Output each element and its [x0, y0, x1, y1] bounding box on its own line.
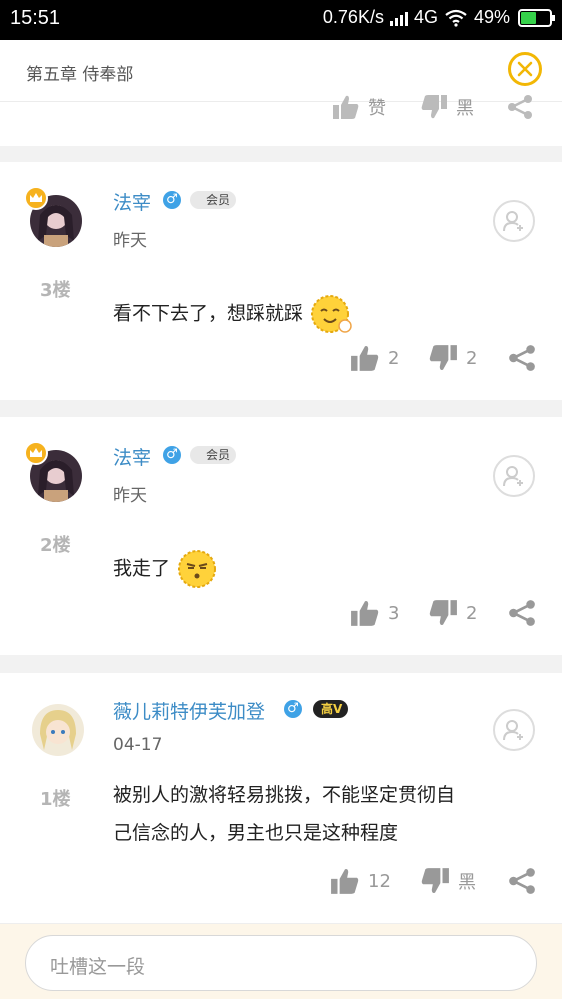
add-user-icon — [503, 720, 523, 741]
comment-card: 2楼 法宰 ♂ 会员 昨天 我走了 3 2 — [0, 417, 562, 655]
like-label: 赞 — [368, 98, 386, 119]
comment-date: 04-17 — [113, 735, 163, 755]
comment-input[interactable]: 吐槽这一段 — [25, 935, 537, 991]
signal-icon — [389, 10, 408, 26]
comment-date: 昨天 — [113, 231, 147, 251]
comment-input-bar: 吐槽这一段 — [0, 923, 562, 999]
thumbs-up-icon — [331, 869, 359, 894]
add-user-icon — [503, 211, 523, 232]
comment-text: 看不下去了，想踩就踩 — [113, 292, 353, 336]
dislike-button[interactable]: 黑 — [420, 94, 474, 120]
vip-badge: 高V — [313, 700, 349, 718]
share-button[interactable] — [507, 867, 537, 895]
dislike-label: 黑 — [458, 872, 476, 893]
share-icon — [509, 345, 535, 371]
thumbs-down-icon — [429, 345, 457, 370]
status-time: 15:51 — [10, 7, 61, 29]
comment-text: 被别人的激将轻易挑拨，不能坚定贯彻自 己信念的人，男主也只是这种程度 — [113, 776, 455, 852]
crown-icon — [24, 441, 48, 465]
status-bar: 15:51 0.76K/s 4G 49% — [0, 0, 562, 40]
like-button[interactable]: 2 — [350, 344, 399, 372]
share-icon — [509, 600, 535, 626]
like-button[interactable]: 3 — [350, 599, 399, 627]
share-button[interactable] — [507, 599, 537, 627]
floor-label: 3楼 — [40, 280, 71, 301]
share-button[interactable] — [507, 344, 537, 372]
username[interactable]: 法宰 — [113, 443, 151, 470]
gender-icon: ♂ — [163, 446, 181, 464]
avatar[interactable] — [32, 704, 84, 756]
comment-text: 我走了 — [113, 547, 220, 591]
thumbs-down-icon — [421, 868, 449, 893]
comment-card: 3楼 法宰 ♂ 会员 昨天 看不下去了，想踩就踩 2 2 — [0, 162, 562, 400]
dislike-label: 黑 — [456, 98, 474, 119]
add-user-icon — [503, 466, 523, 487]
close-button[interactable] — [508, 52, 542, 86]
prev-comment-card: 赞 黑 — [0, 95, 562, 146]
username[interactable]: 薇儿莉特伊芙加登 — [113, 697, 265, 724]
comment-text-line: 己信念的人，男主也只是这种程度 — [113, 822, 399, 844]
comment-text-line: 被别人的激将轻易挑拨，不能坚定贯彻自 — [113, 784, 456, 806]
thumbs-up-icon — [333, 95, 359, 119]
follow-button[interactable] — [493, 709, 535, 751]
follow-button[interactable] — [493, 200, 535, 242]
like-button[interactable]: 12 — [330, 867, 391, 895]
smug-emoji-icon — [178, 550, 217, 588]
username[interactable]: 法宰 — [113, 188, 151, 215]
member-badge-label: 会员 — [206, 448, 231, 462]
crown-icon — [24, 186, 48, 210]
dislike-button[interactable]: 2 — [428, 344, 477, 372]
thumbs-down-icon — [421, 95, 447, 119]
network-type: 4G — [413, 7, 438, 27]
laughing-emoji-icon — [311, 295, 352, 333]
vip-badge-label: 高V — [321, 702, 343, 716]
network-speed: 0.76K/s — [322, 7, 384, 27]
chapter-title: 第五章 侍奉部 — [26, 65, 134, 85]
dislike-button[interactable]: 2 — [428, 599, 477, 627]
chapter-header: 第五章 侍奉部 — [0, 40, 562, 102]
comment-card: 1楼 薇儿莉特伊芙加登 ♂ 高V 04-17 被别人的激将轻易挑拨，不能坚定贯彻… — [0, 673, 562, 923]
wifi-icon — [445, 9, 467, 27]
thumbs-down-icon — [429, 600, 457, 625]
follow-button[interactable] — [493, 455, 535, 497]
battery-percent: 49% — [473, 7, 510, 27]
floor-label: 2楼 — [40, 535, 71, 556]
share-button[interactable] — [506, 94, 534, 120]
like-button[interactable]: 赞 — [332, 94, 386, 120]
member-badge: 会员 — [190, 446, 237, 464]
comment-input-placeholder: 吐槽这一段 — [50, 956, 146, 978]
like-count: 3 — [388, 602, 400, 624]
member-badge-label: 会员 — [206, 193, 231, 207]
member-badge: 会员 — [190, 191, 237, 209]
close-icon — [517, 61, 533, 77]
dislike-button[interactable]: 黑 — [420, 867, 476, 895]
thumbs-up-icon — [351, 346, 379, 371]
share-icon — [509, 868, 535, 894]
gender-icon: ♂ — [163, 191, 181, 209]
thumbs-up-icon — [351, 601, 379, 626]
floor-label: 1楼 — [40, 789, 71, 810]
comment-text-line: 我走了 — [113, 557, 171, 580]
comment-text-line: 看不下去了，想踩就踩 — [113, 302, 304, 325]
like-count: 2 — [388, 347, 400, 369]
like-count: 12 — [368, 870, 391, 892]
battery-icon — [518, 8, 555, 27]
comment-date: 昨天 — [113, 486, 147, 506]
share-icon — [508, 95, 532, 119]
dislike-count: 2 — [466, 602, 478, 624]
gender-icon: ♂ — [284, 700, 302, 718]
dislike-count: 2 — [466, 347, 478, 369]
